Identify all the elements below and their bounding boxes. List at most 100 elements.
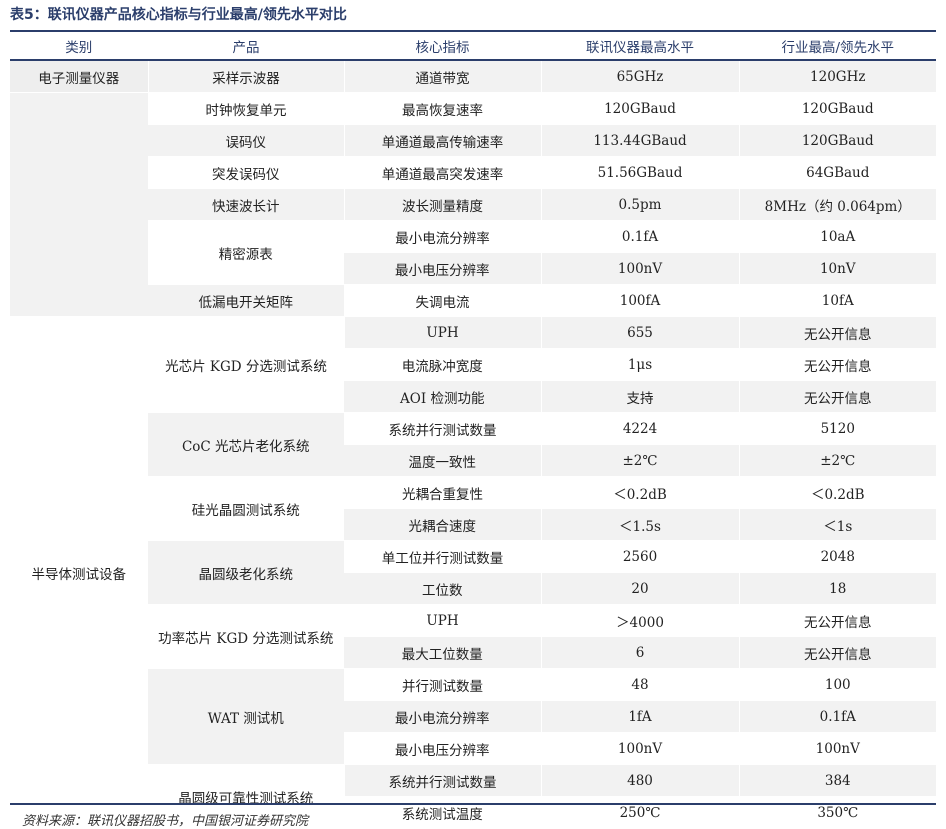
- category-cell-blank: [10, 92, 148, 317]
- metric-cell: 工位数: [344, 572, 541, 605]
- ours-cell: 20: [540, 572, 739, 605]
- metric-cell: 电流脉冲宽度: [344, 348, 541, 381]
- metric-cell: 单工位并行测试数量: [343, 540, 541, 573]
- industry-cell: 无公开信息: [738, 604, 936, 637]
- industry-cell: 5120: [738, 412, 936, 445]
- metric-cell: 波长测量精度: [343, 188, 541, 221]
- table-row: 半导体测试设备 光芯片 KGD 分选测试系统 UPH 655 无公开信息: [10, 316, 936, 829]
- industry-cell: 120GBaud: [738, 124, 936, 157]
- table-row: 功率芯片 KGD 分选测试系统 UPH ＞4000 无公开信息: [10, 604, 936, 669]
- ours-cell: 250℃: [540, 796, 739, 829]
- product-cell: 硅光晶圆测试系统: [148, 476, 344, 541]
- industry-cell: 18: [738, 572, 936, 605]
- industry-cell: ＜0.2dB: [738, 476, 936, 509]
- industry-cell: 100nV: [738, 732, 936, 765]
- product-cell: 误码仪: [148, 124, 344, 157]
- product-cell: CoC 光芯片老化系统: [148, 412, 344, 477]
- table-row: 时钟恢复单元 最高恢复速率 120GBaud 120GBaud: [10, 92, 936, 317]
- header-product: 产品: [147, 32, 344, 61]
- table-row: 误码仪 单通道最高传输速率 113.44GBaud 120GBaud: [10, 124, 936, 157]
- ours-cell: 100nV: [540, 732, 739, 765]
- metric-cell: 最小电流分辨率: [343, 220, 541, 253]
- product-cell: WAT 测试机: [148, 668, 344, 765]
- ours-cell: 0.1fA: [540, 220, 739, 253]
- industry-cell: 无公开信息: [738, 348, 936, 381]
- header-industry: 行业最高/领先水平: [738, 32, 936, 61]
- metric-cell: 并行测试数量: [343, 668, 541, 701]
- product-cell: 突发误码仪: [148, 156, 344, 189]
- ours-cell: 655: [540, 316, 739, 349]
- table-row: CoC 光芯片老化系统 系统并行测试数量 4224 5120: [10, 412, 936, 477]
- ours-cell: ＜1.5s: [540, 508, 739, 541]
- product-cell: 光芯片 KGD 分选测试系统: [147, 316, 344, 413]
- product-cell: 精密源表: [148, 220, 344, 285]
- metric-cell: 最小电压分辨率: [344, 732, 541, 765]
- ours-cell: 6: [540, 636, 739, 669]
- metric-cell: 单通道最高突发速率: [343, 156, 541, 189]
- ours-cell: 1fA: [540, 700, 739, 733]
- ours-cell: 0.5pm: [540, 188, 739, 221]
- ours-cell: 48: [540, 668, 739, 701]
- metric-cell: 最小电压分辨率: [344, 252, 541, 285]
- header-metric: 核心指标: [343, 32, 541, 61]
- industry-cell: ±2℃: [738, 444, 936, 477]
- industry-cell: 384: [738, 764, 936, 797]
- product-cell: 功率芯片 KGD 分选测试系统: [148, 604, 344, 669]
- ours-cell: 2560: [540, 540, 739, 573]
- product-cell: 采样示波器: [147, 60, 344, 93]
- metric-cell: 光耦合重复性: [343, 476, 541, 509]
- table-row: 低漏电开关矩阵 失调电流 100fA 10fA: [10, 284, 936, 317]
- product-cell: 低漏电开关矩阵: [148, 284, 344, 317]
- industry-cell: 10aA: [738, 220, 936, 253]
- ours-cell: ＞4000: [540, 604, 739, 637]
- metric-cell: AOI 检测功能: [344, 380, 541, 413]
- industry-cell: 64GBaud: [738, 156, 936, 189]
- metric-cell: 系统测试温度: [344, 796, 541, 829]
- industry-cell: ＜1s: [738, 508, 936, 541]
- metric-cell: 单通道最高传输速率: [343, 124, 541, 157]
- source-note: 资料来源：联讯仪器招股书，中国银河证券研究院: [22, 814, 309, 829]
- ours-cell: 100fA: [540, 284, 739, 317]
- ours-cell: 65GHz: [540, 60, 739, 93]
- ours-cell: 支持: [540, 380, 739, 413]
- metric-cell: 系统并行测试数量: [343, 412, 541, 445]
- product-cell: 时钟恢复单元: [147, 92, 344, 125]
- metric-cell: 光耦合速度: [344, 508, 541, 541]
- industry-cell: 2048: [738, 540, 936, 573]
- metric-cell: 失调电流: [343, 284, 541, 317]
- ours-cell: 4224: [540, 412, 739, 445]
- category-cell: 半导体测试设备: [10, 316, 148, 829]
- ours-cell: 113.44GBaud: [540, 124, 739, 157]
- product-cell: 晶圆级老化系统: [148, 540, 344, 605]
- industry-cell: 无公开信息: [738, 636, 936, 669]
- metric-cell: 系统并行测试数量: [343, 764, 541, 797]
- metric-cell: UPH: [343, 316, 541, 349]
- table-row: 电子测量仪器 采样示波器 通道带宽 65GHz 120GHz: [10, 60, 936, 93]
- table-row: 精密源表 最小电流分辨率 0.1fA 10aA: [10, 220, 936, 285]
- industry-cell: 0.1fA: [738, 700, 936, 733]
- table-row: 突发误码仪 单通道最高突发速率 51.56GBaud 64GBaud: [10, 156, 936, 189]
- metric-cell: 最高恢复速率: [343, 92, 541, 125]
- metric-cell: 通道带宽: [343, 60, 541, 93]
- metric-cell: UPH: [343, 604, 541, 637]
- metric-cell: 温度一致性: [344, 444, 541, 477]
- ours-cell: 480: [540, 764, 739, 797]
- header-ours: 联讯仪器最高水平: [540, 32, 739, 61]
- table-row: 快速波长计 波长测量精度 0.5pm 8MHz（约 0.064pm）: [10, 188, 936, 221]
- header-category: 类别: [10, 32, 148, 61]
- table-row: WAT 测试机 并行测试数量 48 100: [10, 668, 936, 765]
- product-cell: 快速波长计: [148, 188, 344, 221]
- page: 表5：联讯仪器产品核心指标与行业最高/领先水平对比 类别 产品 核心指标 联讯仪…: [0, 0, 946, 829]
- metric-cell: 最大工位数量: [344, 636, 541, 669]
- table-row: 硅光晶圆测试系统 光耦合重复性 ＜0.2dB ＜0.2dB: [10, 476, 936, 541]
- industry-cell: 100: [738, 668, 936, 701]
- industry-cell: 120GHz: [738, 60, 936, 93]
- metric-cell: 最小电流分辨率: [344, 700, 541, 733]
- ours-cell: 51.56GBaud: [540, 156, 739, 189]
- table-caption: 表5：联讯仪器产品核心指标与行业最高/领先水平对比: [10, 7, 347, 23]
- industry-cell: 8MHz（约 0.064pm）: [738, 188, 936, 221]
- category-cell: 电子测量仪器: [10, 60, 148, 93]
- header-row: 类别 产品 核心指标 联讯仪器最高水平 行业最高/领先水平: [10, 32, 936, 61]
- table-row: 晶圆级可靠性测试系统 系统并行测试数量 480 384: [10, 764, 936, 829]
- ours-cell: 120GBaud: [540, 92, 739, 125]
